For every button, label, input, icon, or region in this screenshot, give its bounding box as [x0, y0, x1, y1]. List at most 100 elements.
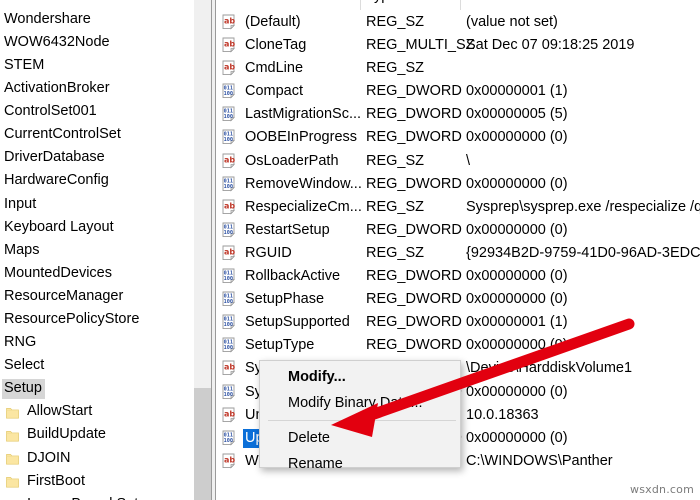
- dword-value-icon: 011 100: [222, 291, 239, 307]
- string-value-icon: ab: [222, 37, 239, 53]
- tree-item-rng[interactable]: RNG: [0, 331, 194, 354]
- tree-item-buildupdate[interactable]: BuildUpdate: [0, 424, 194, 447]
- value-row-default[interactable]: ab (Default) REG_SZ (value not set): [216, 11, 700, 34]
- value-name: OsLoaderPath: [245, 152, 339, 169]
- value-data: 0x00000000 (0): [466, 175, 568, 192]
- tree-item-stem[interactable]: STEM: [0, 54, 194, 77]
- value-row-rollbackactive[interactable]: 011 100 RollbackActive REG_DWORD 0x00000000 …: [216, 265, 700, 288]
- value-data: {92934B2D-9759-41D0-96AD-3EDC4C410146: [466, 244, 700, 261]
- value-row-cmdline[interactable]: ab CmdLine REG_SZ: [216, 57, 700, 80]
- tree-vertical-scrollbar[interactable]: [194, 0, 211, 500]
- tree-item-keyboard-layout[interactable]: Keyboard Layout: [0, 216, 194, 239]
- value-row-clonetag[interactable]: ab CloneTag REG_MULTI_SZ Sat Dec 07 09:18:2…: [216, 34, 700, 57]
- list-column-header[interactable]: Name Type Data: [216, 0, 700, 10]
- svg-text:100: 100: [224, 137, 233, 143]
- tree-item-label: HardwareConfig: [4, 172, 109, 189]
- value-row-respecializecm[interactable]: ab RespecializeCm... REG_SZ Sysprep\sysprep…: [216, 196, 700, 219]
- folder-icon: [6, 429, 19, 442]
- string-value-icon: ab: [222, 360, 239, 376]
- value-row-lastmigrationsc[interactable]: 011 100 LastMigrationSc... REG_DWORD 0x00000…: [216, 103, 700, 126]
- svg-text:100: 100: [224, 345, 233, 351]
- value-row-setupsupported[interactable]: 011 100 SetupSupported REG_DWORD 0x00000001 …: [216, 311, 700, 334]
- value-data: (value not set): [466, 14, 558, 30]
- svg-text:ab: ab: [224, 39, 235, 48]
- value-name: RollbackActive: [245, 268, 341, 285]
- menu-item-modify[interactable]: Modify...: [260, 364, 460, 390]
- svg-text:ab: ab: [224, 63, 235, 72]
- tree-item-label: Image Based Setup: [25, 495, 157, 500]
- tree-item-resourcemanager[interactable]: ResourceManager: [0, 285, 194, 308]
- tree-item-wow6432node[interactable]: WOW6432Node: [0, 31, 194, 54]
- menu-item-modify-binary-data[interactable]: Modify Binary Data...: [260, 390, 460, 416]
- tree-item-firstboot[interactable]: FirstBoot: [0, 470, 194, 493]
- svg-text:100: 100: [224, 392, 233, 398]
- column-header-data[interactable]: Data: [466, 0, 497, 4]
- tree-item-setup[interactable]: Setup: [0, 378, 194, 401]
- tree-item-label: STEM: [4, 56, 45, 73]
- value-name: CmdLine: [245, 60, 304, 77]
- svg-text:ab: ab: [224, 409, 235, 418]
- value-data: Sysprep\sysprep.exe /respecialize /quiet: [466, 198, 700, 215]
- value-name: SetupSupported: [245, 314, 350, 331]
- value-type: REG_DWORD: [366, 314, 462, 331]
- tree-item-mounteddevices[interactable]: MountedDevices: [0, 262, 194, 285]
- tree-item-label: Setup: [2, 379, 45, 399]
- value-name: RespecializeCm...: [245, 198, 362, 215]
- tree-row-clipped-top[interactable]: [0, 0, 194, 8]
- tree-item-djoin[interactable]: DJOIN: [0, 447, 194, 470]
- menu-item-rename[interactable]: Rename: [260, 451, 460, 477]
- value-context-menu[interactable]: Modify... Modify Binary Data... Delete Rena…: [259, 360, 461, 472]
- svg-text:100: 100: [224, 276, 233, 282]
- tree-item-label: WOW6432Node: [4, 33, 110, 50]
- menu-item-delete[interactable]: Delete: [260, 425, 460, 451]
- value-data: 10.0.18363: [466, 406, 539, 423]
- tree-item-image-based-setup[interactable]: Image Based Setup: [0, 493, 194, 500]
- string-value-icon: ab: [222, 245, 239, 261]
- column-header-type[interactable]: Type: [366, 0, 397, 4]
- tree-item-label: FirstBoot: [27, 472, 86, 489]
- value-data: 0x00000000 (0): [466, 383, 568, 400]
- tree-item-input[interactable]: Input: [0, 193, 194, 216]
- tree-item-hardwareconfig[interactable]: HardwareConfig: [0, 170, 194, 193]
- value-row-setupphase[interactable]: 011 100 SetupPhase REG_DWORD 0x00000000 (0): [216, 288, 700, 311]
- value-name: SetupType: [245, 337, 315, 354]
- value-data: 0x00000001 (1): [466, 314, 568, 331]
- tree-item-label: Select: [4, 357, 45, 374]
- registry-key-tree[interactable]: Wondershare WOW6432Node STEM ActivationBrok…: [0, 0, 194, 500]
- tree-item-controlset001[interactable]: ControlSet001: [0, 100, 194, 123]
- column-divider-type-data[interactable]: [460, 0, 461, 10]
- tree-item-label: Wondershare: [4, 10, 91, 27]
- value-type: REG_DWORD: [366, 129, 462, 146]
- dword-value-icon: 011 100: [222, 337, 239, 353]
- value-row-rguid[interactable]: ab RGUID REG_SZ {92934B2D-9759-41D0-96AD-3E…: [216, 242, 700, 265]
- value-name: RestartSetup: [245, 221, 330, 238]
- tree-item-wondershare[interactable]: Wondershare: [0, 8, 194, 31]
- column-header-name[interactable]: Name: [222, 0, 261, 4]
- svg-text:ab: ab: [224, 201, 235, 210]
- value-row-setuptype[interactable]: 011 100 SetupType REG_DWORD 0x00000000 (0): [216, 334, 700, 357]
- value-row-removewindow[interactable]: 011 100 RemoveWindow... REG_DWORD 0x00000000…: [216, 173, 700, 196]
- string-value-icon: ab: [222, 14, 239, 30]
- tree-scrollbar-thumb[interactable]: [194, 388, 211, 500]
- value-type: REG_DWORD: [366, 337, 462, 354]
- tree-item-select[interactable]: Select: [0, 354, 194, 377]
- tree-item-maps[interactable]: Maps: [0, 239, 194, 262]
- value-row-osloaderpath[interactable]: ab OsLoaderPath REG_SZ \: [216, 150, 700, 173]
- column-divider-name-type[interactable]: [360, 0, 361, 10]
- value-type: REG_SZ: [366, 60, 425, 77]
- tree-item-currentcontrolset[interactable]: CurrentControlSet: [0, 123, 194, 146]
- value-type: REG_DWORD: [366, 268, 462, 285]
- tree-item-allowstart[interactable]: AllowStart: [0, 401, 194, 424]
- svg-text:100: 100: [224, 184, 233, 190]
- tree-item-label: ResourcePolicyStore: [4, 311, 140, 328]
- tree-item-driverdatabase[interactable]: DriverDatabase: [0, 147, 194, 170]
- value-name: CloneTag: [245, 37, 307, 54]
- tree-item-activationbroker[interactable]: ActivationBroker: [0, 77, 194, 100]
- value-row-restartsetup[interactable]: 011 100 RestartSetup REG_DWORD 0x00000000 (0…: [216, 219, 700, 242]
- tree-item-resourcepolicystore[interactable]: ResourcePolicyStore: [0, 308, 194, 331]
- svg-text:ab: ab: [224, 363, 235, 372]
- value-row-oobeinprogress[interactable]: 011 100 OOBEInProgress REG_DWORD 0x00000000 …: [216, 126, 700, 149]
- tree-item-label: CurrentControlSet: [4, 126, 121, 143]
- value-type: REG_SZ: [366, 14, 425, 30]
- value-row-compact[interactable]: 011 100 Compact REG_DWORD 0x00000001 (1): [216, 80, 700, 103]
